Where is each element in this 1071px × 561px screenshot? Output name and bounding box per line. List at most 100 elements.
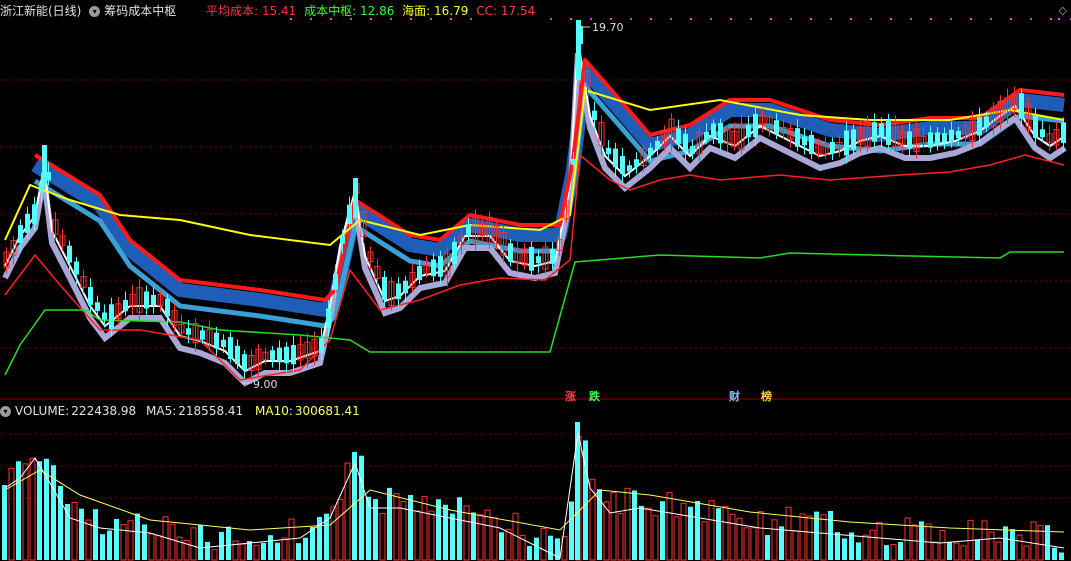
candle-body (655, 140, 660, 150)
volume-bar (975, 539, 980, 560)
signal-dot (570, 18, 572, 20)
candle-body (529, 246, 534, 271)
signal-dot (750, 18, 752, 20)
volume-bar (421, 496, 428, 561)
candle-body (851, 129, 856, 150)
stock-title[interactable]: 浙江新能(日线) (0, 4, 81, 18)
volume-bar (898, 541, 903, 560)
candle-body (32, 204, 37, 224)
cost-bands (2, 40, 1067, 387)
volume-bar (688, 506, 693, 560)
volume-bar (71, 501, 78, 561)
signal-dot (850, 18, 852, 20)
volume-bar (904, 517, 911, 561)
volume-bar (610, 492, 617, 561)
volume-bar (750, 527, 757, 561)
volume-bar (359, 455, 364, 560)
volume-bar (765, 535, 770, 560)
volume-bar (85, 519, 92, 561)
volume-bar (1059, 552, 1064, 560)
candle-body (690, 145, 695, 155)
volume-bar (414, 510, 421, 561)
volume-bar (799, 513, 806, 561)
candle-body (165, 298, 170, 317)
signal-dot (930, 18, 932, 20)
volume-bar (1003, 526, 1008, 560)
volume-bar (981, 520, 988, 561)
volume-bar (379, 513, 386, 561)
candle-body (326, 308, 331, 328)
candle-body (592, 110, 597, 121)
candle-body (571, 158, 576, 165)
candle-body (550, 248, 555, 264)
candle-body (417, 265, 422, 281)
volume-bar (176, 536, 183, 561)
signal-dot (1050, 18, 1052, 20)
volume-bar (114, 518, 119, 560)
signal-dot (670, 18, 672, 20)
center-value: 12.86 (359, 4, 395, 18)
candle-body (802, 136, 807, 146)
volume-bar (757, 511, 764, 561)
volume-bar (155, 535, 162, 561)
volume-bar (1052, 547, 1057, 560)
signal-dot (550, 18, 552, 20)
candle-body (228, 337, 233, 359)
signal-dot (950, 18, 952, 20)
candle-body (984, 116, 989, 128)
volume-bar (645, 507, 652, 561)
candle-body (438, 256, 443, 277)
cc-label: CC: (476, 4, 498, 18)
candle-body (830, 141, 835, 154)
candle-body (634, 159, 639, 167)
candle-body (683, 133, 688, 153)
candle-body (613, 148, 618, 168)
signal-dot (830, 18, 832, 20)
volume-bar (428, 510, 435, 561)
volume-chart[interactable] (0, 400, 1071, 561)
volume-bar (288, 518, 295, 561)
volume-bar (666, 492, 673, 561)
candle-body (200, 330, 205, 340)
volume-bar (142, 524, 147, 560)
candle-body (319, 337, 324, 353)
circle-dropdown-icon[interactable]: ▾ (0, 406, 11, 417)
volume-bar (457, 497, 462, 560)
signal-dot (870, 18, 872, 20)
volume-bar (862, 534, 869, 561)
signal-dot (630, 18, 632, 20)
volume-bar (16, 461, 21, 560)
candle-body (576, 20, 581, 80)
volume-bar (1023, 545, 1030, 561)
indicator-header: 浙江新能(日线) ▾ 筹码成本中枢 平均成本: 15.41 成本中枢: 12.86… (0, 1, 539, 21)
candle-body (795, 128, 800, 147)
hai-label: 海面: (402, 4, 431, 18)
candle-body (508, 243, 513, 262)
avg-cost-readout: 平均成本: 15.41 (206, 4, 296, 18)
indicator-name[interactable]: 筹码成本中枢 (104, 4, 176, 18)
price-chart[interactable]: 19.70 9.00 (0, 0, 1071, 400)
volume-bar (79, 508, 84, 560)
volume-bar (268, 535, 273, 560)
candle-body (151, 294, 156, 306)
candle-body (123, 299, 128, 312)
volume-bar (527, 545, 532, 560)
volume-bar (127, 520, 134, 561)
candle-body (627, 165, 632, 172)
candle-body (620, 156, 625, 174)
candle-body (753, 113, 758, 138)
candle-body (606, 147, 611, 155)
volume-bar (953, 542, 960, 561)
volume-bar (190, 527, 197, 561)
volume-bar (849, 532, 854, 560)
candle-body (746, 125, 751, 138)
volume-bar (366, 496, 371, 560)
volume-bar (450, 513, 455, 560)
hai-line (4, 88, 1065, 247)
volume-bar (729, 513, 736, 561)
volume-bar (722, 506, 729, 561)
circle-dropdown-icon[interactable]: ▾ (89, 6, 101, 17)
volume-bar (660, 501, 665, 560)
candle-body (340, 236, 345, 244)
diamond-icon[interactable]: ◇ (1059, 4, 1067, 17)
